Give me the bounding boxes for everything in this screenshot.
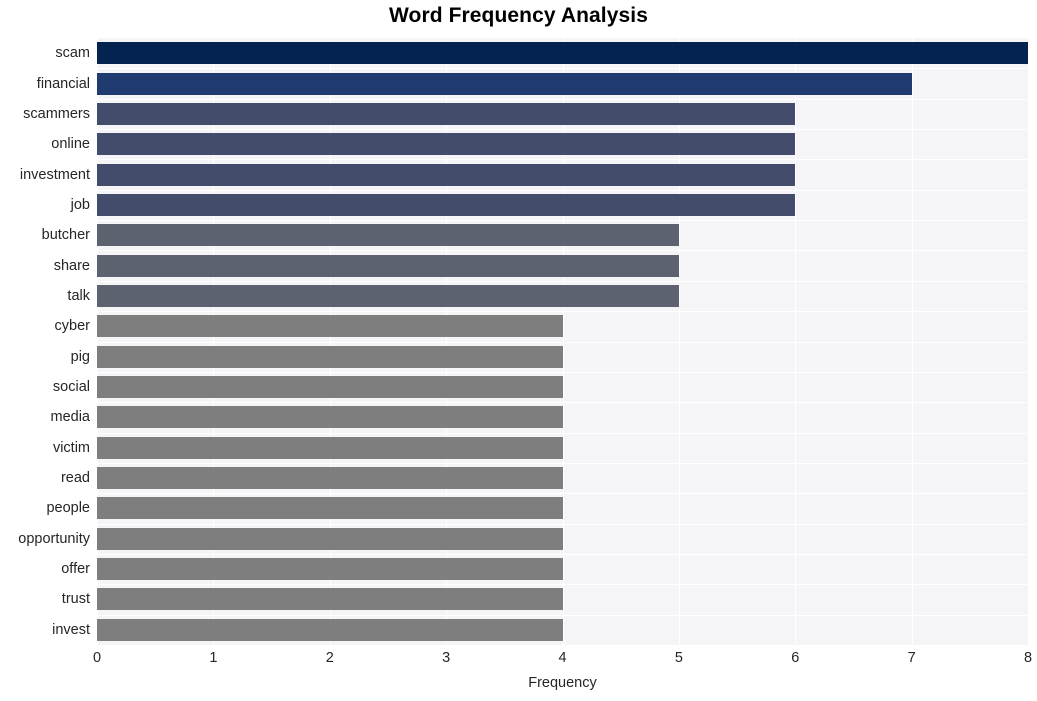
y-axis-tick-label: financial bbox=[36, 75, 90, 92]
y-axis-tick-label: opportunity bbox=[18, 530, 90, 547]
gridline-vertical bbox=[1028, 38, 1029, 645]
y-axis-tick-labels: scam financial scammers online investment job… bbox=[0, 38, 90, 645]
y-axis-tick-label: scam bbox=[55, 45, 90, 62]
bar bbox=[97, 497, 563, 520]
bar-row bbox=[97, 129, 1028, 159]
y-axis-tick-label: victim bbox=[52, 439, 90, 456]
x-axis-tick-label: 1 bbox=[209, 650, 218, 666]
y-axis-tick-label: online bbox=[51, 136, 90, 153]
y-axis-tick-label: talk bbox=[67, 287, 90, 304]
bar-row bbox=[97, 463, 1028, 493]
bar bbox=[97, 588, 563, 611]
y-axis-tick-label: scammers bbox=[23, 105, 90, 122]
x-axis-tick-labels: 0 1 2 3 4 5 6 7 8 bbox=[93, 650, 1032, 670]
y-axis-tick-label: cyber bbox=[54, 318, 90, 335]
bar-row bbox=[97, 402, 1028, 432]
bar bbox=[97, 376, 563, 399]
bar-row bbox=[97, 615, 1028, 645]
y-axis-tick-label: trust bbox=[61, 591, 90, 608]
bar-row bbox=[97, 342, 1028, 372]
y-axis-tick-label: pig bbox=[70, 348, 90, 365]
bar bbox=[97, 527, 563, 550]
bar-row bbox=[97, 220, 1028, 250]
plot-area bbox=[97, 38, 1029, 645]
x-axis-tick-label: 0 bbox=[92, 650, 102, 666]
bar-row bbox=[97, 493, 1028, 523]
bar-row bbox=[97, 99, 1028, 129]
bar-row bbox=[97, 250, 1028, 280]
bar-row bbox=[97, 159, 1028, 189]
y-axis-tick-label: read bbox=[60, 470, 90, 487]
y-axis-tick-label: people bbox=[46, 500, 90, 517]
y-axis-tick-label: offer bbox=[61, 561, 90, 578]
x-axis-tick-label: 7 bbox=[907, 650, 916, 666]
bar bbox=[97, 467, 563, 490]
bar bbox=[97, 315, 563, 338]
x-axis-tick-label: 6 bbox=[791, 650, 800, 666]
bar bbox=[97, 436, 563, 459]
bar bbox=[97, 133, 796, 156]
y-axis-tick-label: social bbox=[52, 379, 90, 396]
bar-row bbox=[97, 68, 1028, 98]
x-axis-tick-label: 8 bbox=[1023, 650, 1033, 666]
bar bbox=[97, 42, 1028, 65]
bar bbox=[97, 345, 563, 368]
bar-row bbox=[97, 311, 1028, 341]
y-axis-tick-label: invest bbox=[52, 621, 90, 638]
bar bbox=[97, 558, 563, 581]
x-axis-tick-label: 3 bbox=[442, 650, 451, 666]
bar bbox=[97, 163, 796, 186]
y-axis-tick-label: media bbox=[50, 409, 91, 426]
x-axis-tick-label: 4 bbox=[558, 650, 567, 666]
x-axis-tick-label: 5 bbox=[674, 650, 683, 666]
chart-title: Word Frequency Analysis bbox=[388, 4, 649, 27]
bar bbox=[97, 193, 796, 216]
bar-row bbox=[97, 584, 1028, 614]
bar bbox=[97, 406, 563, 429]
bar bbox=[97, 254, 679, 277]
bar-row bbox=[97, 38, 1028, 68]
bar bbox=[97, 618, 563, 641]
y-axis-tick-label: job bbox=[70, 196, 90, 213]
bar-row bbox=[97, 524, 1028, 554]
y-axis-tick-label: butcher bbox=[41, 227, 90, 244]
y-axis-tick-label: share bbox=[53, 257, 90, 274]
bar bbox=[97, 102, 796, 125]
bar-row bbox=[97, 372, 1028, 402]
bar bbox=[97, 72, 912, 95]
bar-row bbox=[97, 190, 1028, 220]
bar bbox=[97, 284, 679, 307]
bar bbox=[97, 224, 679, 247]
word-frequency-chart: Word Frequency Analysis scam financial sca… bbox=[0, 0, 1037, 701]
x-axis-tick-label: 2 bbox=[325, 650, 334, 666]
bar-row bbox=[97, 433, 1028, 463]
bar-row bbox=[97, 281, 1028, 311]
x-axis-title: Frequency bbox=[528, 675, 597, 691]
y-axis-tick-label: investment bbox=[19, 166, 90, 183]
bar-row bbox=[97, 554, 1028, 584]
